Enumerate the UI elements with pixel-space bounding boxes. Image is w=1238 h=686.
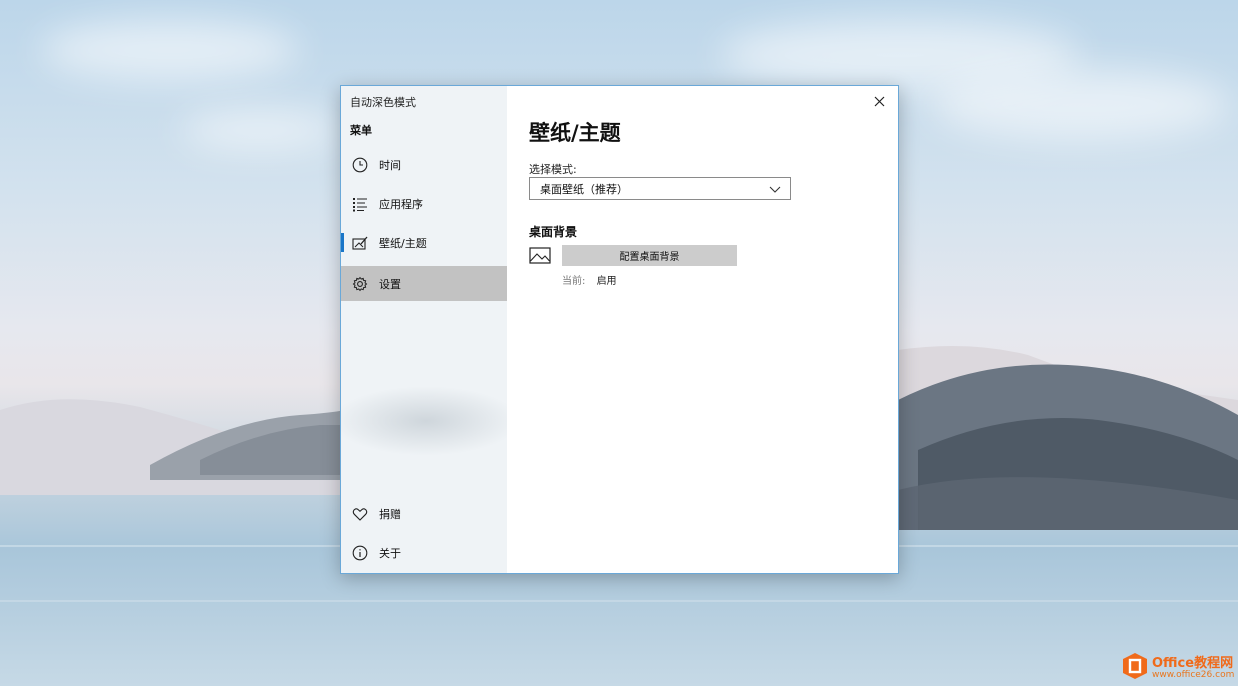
desktop-background: 自动深色模式 菜单 时间 应用程序 壁纸/主题 设置 捐赠 关于 壁纸/主题 选…: [0, 0, 1238, 686]
right-hills: [898, 346, 1238, 530]
sidebar-item-time[interactable]: 时间: [341, 147, 507, 182]
watermark: Office教程网 www.office26.com: [1122, 652, 1234, 684]
watermark-url: www.office26.com: [1152, 670, 1235, 680]
sidebar: 自动深色模式 菜单 时间 应用程序 壁纸/主题 设置 捐赠 关于: [341, 86, 507, 573]
water-reflection: [0, 600, 1238, 602]
sidebar-item-label: 关于: [379, 546, 401, 560]
wallpaper-icon: [351, 234, 369, 252]
info-icon: [351, 544, 369, 562]
app-window: 自动深色模式 菜单 时间 应用程序 壁纸/主题 设置 捐赠 关于 壁纸/主题 选…: [340, 85, 899, 574]
page-title: 壁纸/主题: [529, 121, 621, 145]
cloud: [40, 20, 300, 80]
current-status: 当前: 启用: [562, 272, 617, 287]
sidebar-item-label: 壁纸/主题: [379, 236, 427, 250]
app-title: 自动深色模式: [350, 96, 416, 109]
cloud: [930, 70, 1230, 140]
office-logo-icon: [1123, 653, 1147, 679]
sidebar-item-about[interactable]: 关于: [341, 535, 507, 570]
close-icon: [874, 96, 884, 106]
configure-background-button[interactable]: 配置桌面背景: [562, 245, 737, 266]
sidebar-item-label: 设置: [379, 277, 401, 291]
sidebar-item-settings[interactable]: 设置: [341, 266, 507, 301]
gear-icon: [351, 275, 369, 293]
current-status-value: 启用: [596, 276, 617, 287]
watermark-brand: Office教程网: [1152, 656, 1234, 671]
mode-dropdown[interactable]: 桌面壁纸（推荐）: [529, 177, 791, 200]
chevron-down-icon: [769, 186, 781, 193]
content-pane: 壁纸/主题 选择模式: 桌面壁纸（推荐） 桌面背景 配置桌面背景 当前: 启用: [507, 86, 898, 573]
left-hills: [0, 399, 345, 495]
section-title-desktop-background: 桌面背景: [529, 225, 578, 239]
sidebar-item-label: 应用程序: [379, 197, 423, 211]
image-icon: [529, 247, 551, 264]
heart-icon: [351, 505, 369, 523]
sidebar-item-wallpaper[interactable]: 壁纸/主题: [341, 225, 507, 260]
sidebar-item-label: 时间: [379, 158, 401, 172]
sidebar-mist: [341, 386, 507, 456]
mode-label: 选择模式:: [529, 163, 577, 176]
cloud: [180, 110, 340, 150]
sidebar-item-apps[interactable]: 应用程序: [341, 186, 507, 221]
clock-icon: [351, 156, 369, 174]
close-button[interactable]: [870, 92, 888, 110]
sidebar-item-label: 捐赠: [379, 507, 401, 521]
current-status-label: 当前:: [562, 276, 586, 287]
menu-label: 菜单: [350, 124, 372, 137]
list-icon: [351, 195, 369, 213]
mode-dropdown-value: 桌面壁纸（推荐）: [540, 182, 628, 196]
sidebar-item-donate[interactable]: 捐赠: [341, 496, 507, 531]
